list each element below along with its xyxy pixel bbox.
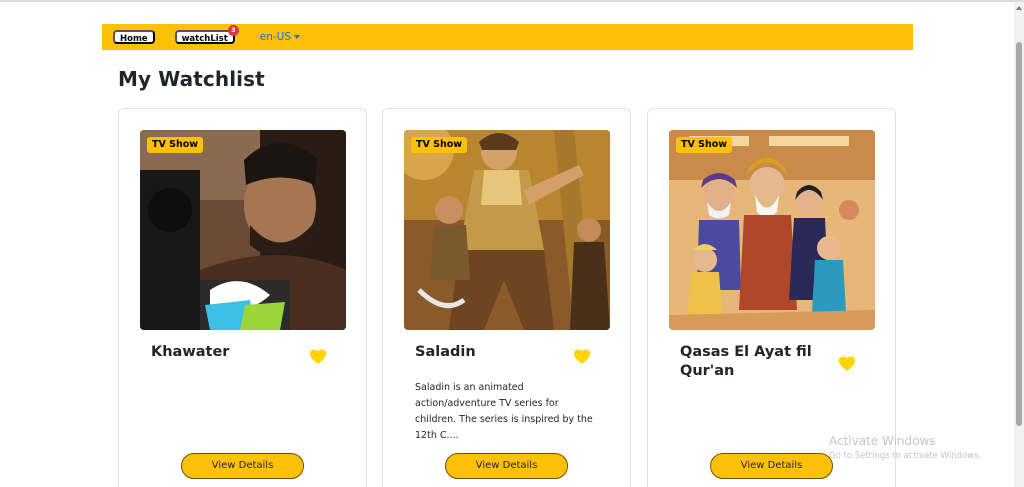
poster-saladin-illustration	[404, 130, 610, 330]
watermark-subtitle: Go to Settings to activate Windows.	[829, 451, 982, 461]
card-title: Qasas El Ayat fil Qur'an	[680, 344, 812, 379]
poster-image[interactable]: TV Show	[140, 130, 346, 330]
caret-down-icon	[294, 35, 301, 39]
language-dropdown[interactable]: en-US	[259, 31, 301, 43]
type-badge: TV Show	[411, 137, 468, 153]
poster-image[interactable]: TV Show	[404, 130, 610, 330]
watchlist-label: watchList	[181, 34, 228, 44]
watermark-title: Activate Windows	[829, 434, 936, 448]
poster-image[interactable]: TV Show	[669, 130, 875, 330]
type-badge: TV Show	[147, 137, 204, 153]
page-title: My Watchlist	[118, 67, 265, 91]
navbar: Home watchList 3 en-US	[102, 24, 913, 50]
home-button[interactable]: Home	[113, 30, 155, 44]
watchlist-card: TV Show Khawater View Details	[118, 108, 367, 487]
activate-windows-watermark: Activate Windows Go to Settings to activ…	[829, 433, 981, 463]
watchlist-button[interactable]: watchList 3	[174, 25, 239, 44]
scroll-up-arrow-icon[interactable]	[1016, 6, 1022, 10]
scrollbar-thumb[interactable]	[1016, 42, 1022, 426]
watchlist-card: TV Show Saladin Saladin is an animated a…	[382, 108, 631, 487]
view-details-button[interactable]: View Details	[710, 453, 833, 479]
card-title: Khawater	[151, 344, 230, 360]
heart-icon[interactable]	[308, 347, 328, 365]
view-details-button[interactable]: View Details	[181, 453, 304, 479]
poster-khawater-illustration	[140, 130, 346, 330]
view-details-button[interactable]: View Details	[445, 453, 568, 479]
language-label: en-US	[259, 31, 292, 43]
type-badge: TV Show	[676, 137, 733, 153]
poster-qasas-illustration	[669, 130, 875, 330]
watchlist-card: TV Show Qasas El Ayat fil Qur'an View De…	[647, 108, 896, 487]
card-description: Saladin is an animated action/adventure …	[415, 382, 593, 441]
card-title: Saladin	[415, 344, 476, 360]
vertical-scrollbar[interactable]	[1014, 2, 1024, 487]
browser-top-border	[0, 0, 1024, 2]
watchlist-count-badge: 3	[227, 25, 239, 36]
heart-icon[interactable]	[572, 347, 592, 365]
heart-icon[interactable]	[837, 354, 857, 372]
